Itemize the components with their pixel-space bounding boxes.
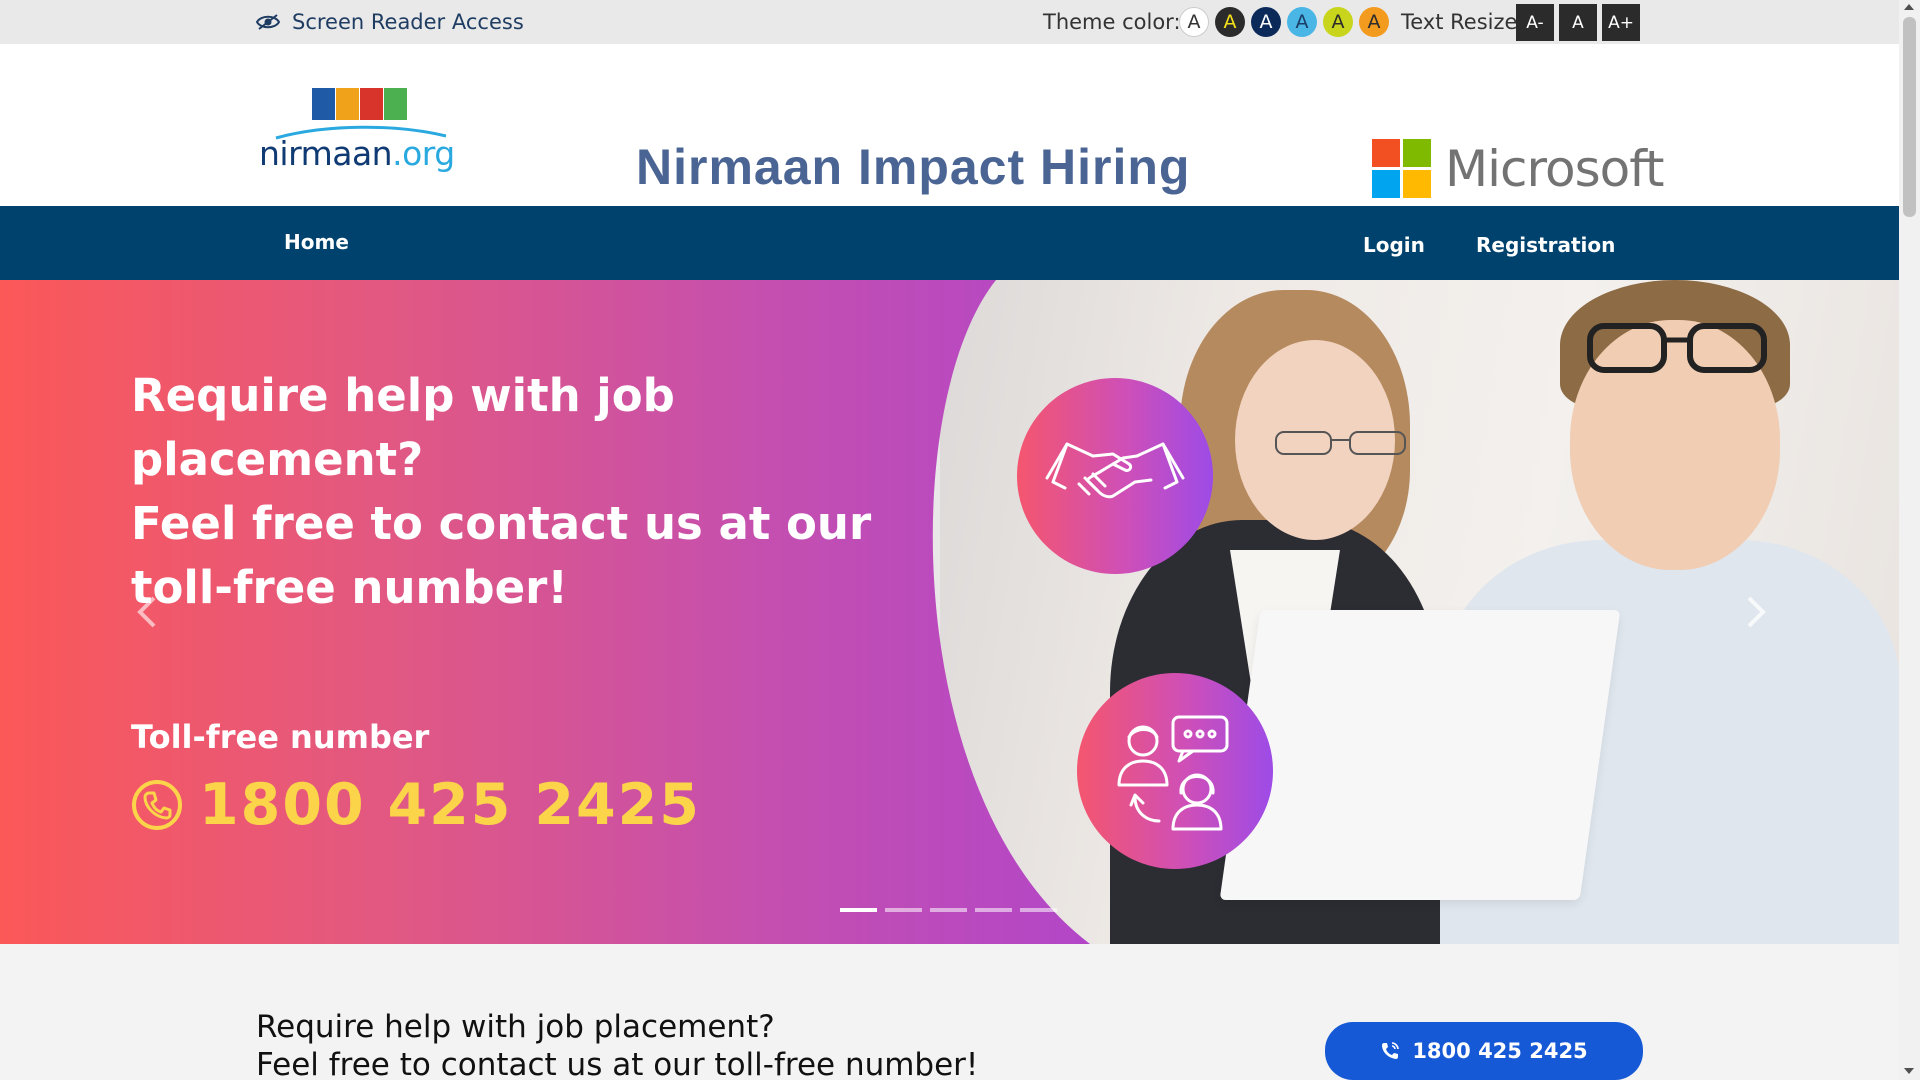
carousel-prev-chevron-icon[interactable] bbox=[132, 592, 160, 632]
logo-wordmark: nirmaan.org bbox=[259, 134, 455, 173]
page-title: Nirmaan Impact Hiring bbox=[636, 139, 1191, 195]
theme-swatch-5[interactable]: A bbox=[1323, 7, 1353, 37]
handshake-circle bbox=[1017, 378, 1213, 574]
carousel-indicator-1[interactable] bbox=[840, 908, 877, 912]
text-increase-button[interactable]: A+ bbox=[1602, 4, 1640, 41]
carousel-indicators bbox=[840, 908, 1057, 912]
call-button-label: 1800 425 2425 bbox=[1412, 1039, 1588, 1063]
logo-tiles bbox=[312, 88, 407, 120]
theme-swatch-3[interactable]: A bbox=[1251, 7, 1281, 37]
contact-text: Require help with job placement? Feel fr… bbox=[256, 1009, 979, 1080]
phone-icon bbox=[1382, 1042, 1400, 1059]
handshake-icon bbox=[1045, 442, 1185, 499]
nav-registration[interactable]: Registration bbox=[1476, 233, 1615, 257]
carousel-next-chevron-icon[interactable] bbox=[1743, 592, 1771, 632]
tollfree-number-row: 1800 425 2425 bbox=[131, 772, 701, 838]
carousel-indicator-4[interactable] bbox=[975, 908, 1012, 912]
screen-reader-label: Screen Reader Access bbox=[292, 10, 524, 34]
carousel-indicator-3[interactable] bbox=[930, 908, 967, 912]
theme-swatch-1[interactable]: A bbox=[1179, 7, 1209, 37]
microsoft-squares-icon bbox=[1372, 139, 1431, 198]
accessibility-bar: Screen Reader Access Theme color: AAAAAA… bbox=[0, 0, 1899, 44]
carousel-indicator-2[interactable] bbox=[885, 908, 922, 912]
nav-home[interactable]: Home bbox=[284, 230, 349, 254]
interview-circle bbox=[1077, 673, 1273, 869]
hero-carousel: Require help with job placement? Feel fr… bbox=[0, 280, 1899, 944]
scroll-up-arrow-icon[interactable] bbox=[1904, 4, 1914, 10]
contact-section: Require help with job placement? Feel fr… bbox=[0, 944, 1899, 1080]
page-scrollbar[interactable] bbox=[1899, 0, 1920, 1080]
main-nav: Home Login Registration bbox=[0, 206, 1899, 280]
theme-swatches: AAAAAA bbox=[1179, 7, 1389, 37]
microsoft-logo: Microsoft bbox=[1372, 139, 1665, 198]
nirmaan-logo[interactable]: nirmaan.org bbox=[256, 88, 461, 173]
tollfree-label: Toll-free number bbox=[131, 718, 430, 756]
text-decrease-button[interactable]: A- bbox=[1516, 4, 1554, 41]
theme-swatch-6[interactable]: A bbox=[1359, 7, 1389, 37]
phone-icon bbox=[132, 780, 182, 830]
call-tollfree-button[interactable]: 1800 425 2425 bbox=[1325, 1022, 1643, 1080]
carousel-indicator-5[interactable] bbox=[1020, 908, 1057, 912]
eye-slash-icon bbox=[256, 14, 280, 30]
text-resize-label: Text Resize: bbox=[1401, 10, 1525, 34]
tollfree-number: 1800 425 2425 bbox=[199, 772, 701, 838]
scroll-thumb[interactable] bbox=[1903, 17, 1916, 217]
theme-color-label: Theme color: bbox=[1043, 10, 1181, 34]
theme-swatch-2[interactable]: A bbox=[1215, 7, 1245, 37]
theme-swatch-4[interactable]: A bbox=[1287, 7, 1317, 37]
text-normal-button[interactable]: A bbox=[1559, 4, 1597, 41]
scroll-down-arrow-icon[interactable] bbox=[1904, 1068, 1914, 1074]
screen-reader-access-link[interactable]: Screen Reader Access bbox=[256, 10, 524, 34]
text-resize-buttons: A- A A+ bbox=[1516, 4, 1640, 41]
interview-people-icon bbox=[1117, 715, 1229, 831]
hero-heading: Require help with job placement? Feel fr… bbox=[131, 369, 872, 614]
microsoft-wordmark: Microsoft bbox=[1445, 139, 1665, 198]
nav-login[interactable]: Login bbox=[1363, 233, 1425, 257]
site-header: nirmaan.org Nirmaan Impact Hiring Micros… bbox=[0, 44, 1899, 206]
laptop bbox=[1219, 610, 1621, 900]
